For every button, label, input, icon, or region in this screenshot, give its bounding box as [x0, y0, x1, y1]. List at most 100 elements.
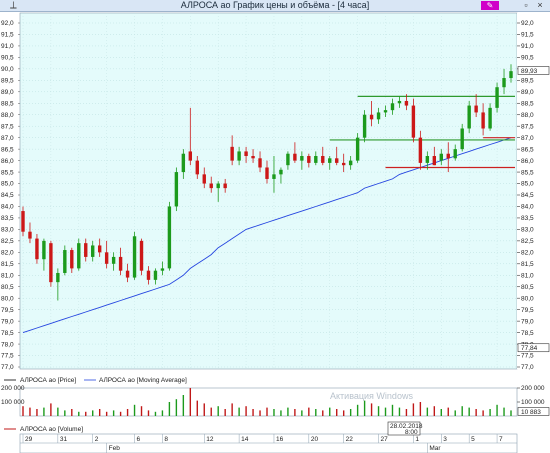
- time-month-label: Feb: [109, 445, 121, 452]
- volume-bar: [482, 410, 484, 416]
- candle-body: [453, 149, 457, 159]
- candle-body: [425, 156, 430, 163]
- volume-bar: [36, 409, 38, 416]
- volume-bar: [315, 409, 317, 416]
- time-day-label: 27: [381, 436, 389, 443]
- volume-bar: [259, 410, 261, 416]
- candle-body: [348, 160, 353, 166]
- volume-bar: [92, 410, 94, 416]
- price-axis-label: 85,0: [521, 181, 534, 188]
- left-axis-label: 90,5: [1, 55, 14, 62]
- candle-body: [293, 153, 297, 161]
- candle-body: [460, 128, 464, 150]
- candle-body: [488, 107, 492, 129]
- left-axis-label: 84,0: [1, 204, 14, 211]
- left-axis-label: 79,0: [1, 318, 14, 325]
- candle-body: [118, 256, 123, 271]
- candle-body: [209, 183, 213, 189]
- left-axis-label: 81,5: [1, 261, 14, 268]
- candle-body: [223, 183, 227, 189]
- candle-body: [300, 156, 304, 161]
- time-day-label: 7: [499, 436, 503, 443]
- price-axis-label: 81,0: [521, 272, 534, 279]
- volume-bar: [57, 407, 59, 416]
- candle-body: [418, 137, 423, 163]
- price-axis-label: 84,0: [521, 204, 534, 211]
- candle-body: [272, 174, 276, 179]
- volume-left-label: 200 000: [1, 385, 25, 392]
- volume-bar: [196, 400, 198, 416]
- volume-bar: [112, 410, 115, 416]
- volume-bar: [175, 399, 178, 416]
- left-axis-label: 91,5: [1, 32, 14, 39]
- price-axis-label: 82,5: [521, 238, 534, 245]
- candle-body: [63, 250, 67, 273]
- price-axis-label: 86,5: [521, 146, 534, 153]
- candle-body: [279, 169, 283, 175]
- left-axis-label: 80,5: [1, 284, 14, 291]
- price-axis-label: 91,5: [521, 32, 534, 39]
- time-day-label: 5: [471, 436, 475, 443]
- volume-bar: [133, 404, 136, 416]
- volume-legend-area: [0, 417, 550, 425]
- price-axis-label: 85,5: [521, 169, 534, 176]
- price-axis-label: 83,5: [521, 215, 534, 222]
- volume-bar: [147, 410, 150, 416]
- candle-body: [91, 245, 95, 257]
- volume-bar: [210, 407, 212, 416]
- volume-bar: [454, 410, 456, 416]
- left-axis-label: 81,0: [1, 272, 14, 279]
- candle-body: [28, 231, 32, 239]
- left-axis-label: 85,5: [1, 169, 14, 176]
- candle-body: [362, 114, 367, 138]
- left-axis-label: 83,0: [1, 227, 14, 234]
- volume-bar: [238, 407, 240, 416]
- candle-body: [397, 100, 402, 104]
- time-day-label: 2: [95, 436, 99, 443]
- volume-bar: [419, 402, 422, 416]
- volume-bar: [336, 409, 338, 416]
- volume-bar: [377, 406, 380, 416]
- volume-bar: [356, 404, 359, 416]
- volume-bar: [203, 403, 205, 416]
- candle-body: [369, 114, 374, 120]
- candle-body: [195, 160, 199, 175]
- time-day-label: 20: [311, 436, 319, 443]
- time-month-label: Mar: [429, 445, 441, 452]
- legend-ma-label: АЛРОСА ао [Moving Average]: [99, 377, 187, 384]
- volume-bar: [440, 409, 442, 416]
- left-axis-label: 91,0: [1, 43, 14, 50]
- left-axis-label: 82,5: [1, 238, 14, 245]
- volume-bar: [391, 404, 394, 416]
- volume-bar: [510, 410, 512, 416]
- left-axis-label: 89,5: [1, 78, 14, 85]
- candle-body: [181, 153, 186, 173]
- candle-body: [509, 71, 513, 79]
- candle-body: [56, 272, 60, 283]
- candle-body: [446, 153, 450, 159]
- volume-bar: [349, 409, 352, 416]
- candle-body: [474, 105, 478, 113]
- price-axis-label: 83,0: [521, 227, 534, 234]
- volume-bar: [105, 411, 108, 416]
- volume-bar: [322, 410, 324, 416]
- price-volume-chart[interactable]: 92,092,091,591,591,091,090,590,590,090,0…: [0, 0, 550, 453]
- candle-body: [411, 105, 416, 138]
- candle-body: [390, 103, 395, 111]
- volume-bar: [71, 409, 73, 416]
- left-axis-label: 92,0: [1, 20, 14, 27]
- candle-body: [167, 206, 172, 269]
- price-axis-label: 87,0: [521, 135, 534, 142]
- volume-bar: [433, 406, 436, 416]
- candle-body: [495, 87, 499, 108]
- price-axis-label: 78,5: [521, 330, 534, 337]
- volume-bar: [301, 410, 303, 416]
- volume-bar: [98, 409, 101, 416]
- volume-bar: [329, 407, 331, 416]
- volume-last-label: 10 883: [521, 409, 541, 416]
- volume-bar: [252, 409, 254, 416]
- volume-bar: [266, 407, 268, 416]
- volume-bar: [342, 410, 345, 416]
- left-axis-label: 88,5: [1, 100, 14, 107]
- volume-axis-label: 200 000: [521, 385, 545, 392]
